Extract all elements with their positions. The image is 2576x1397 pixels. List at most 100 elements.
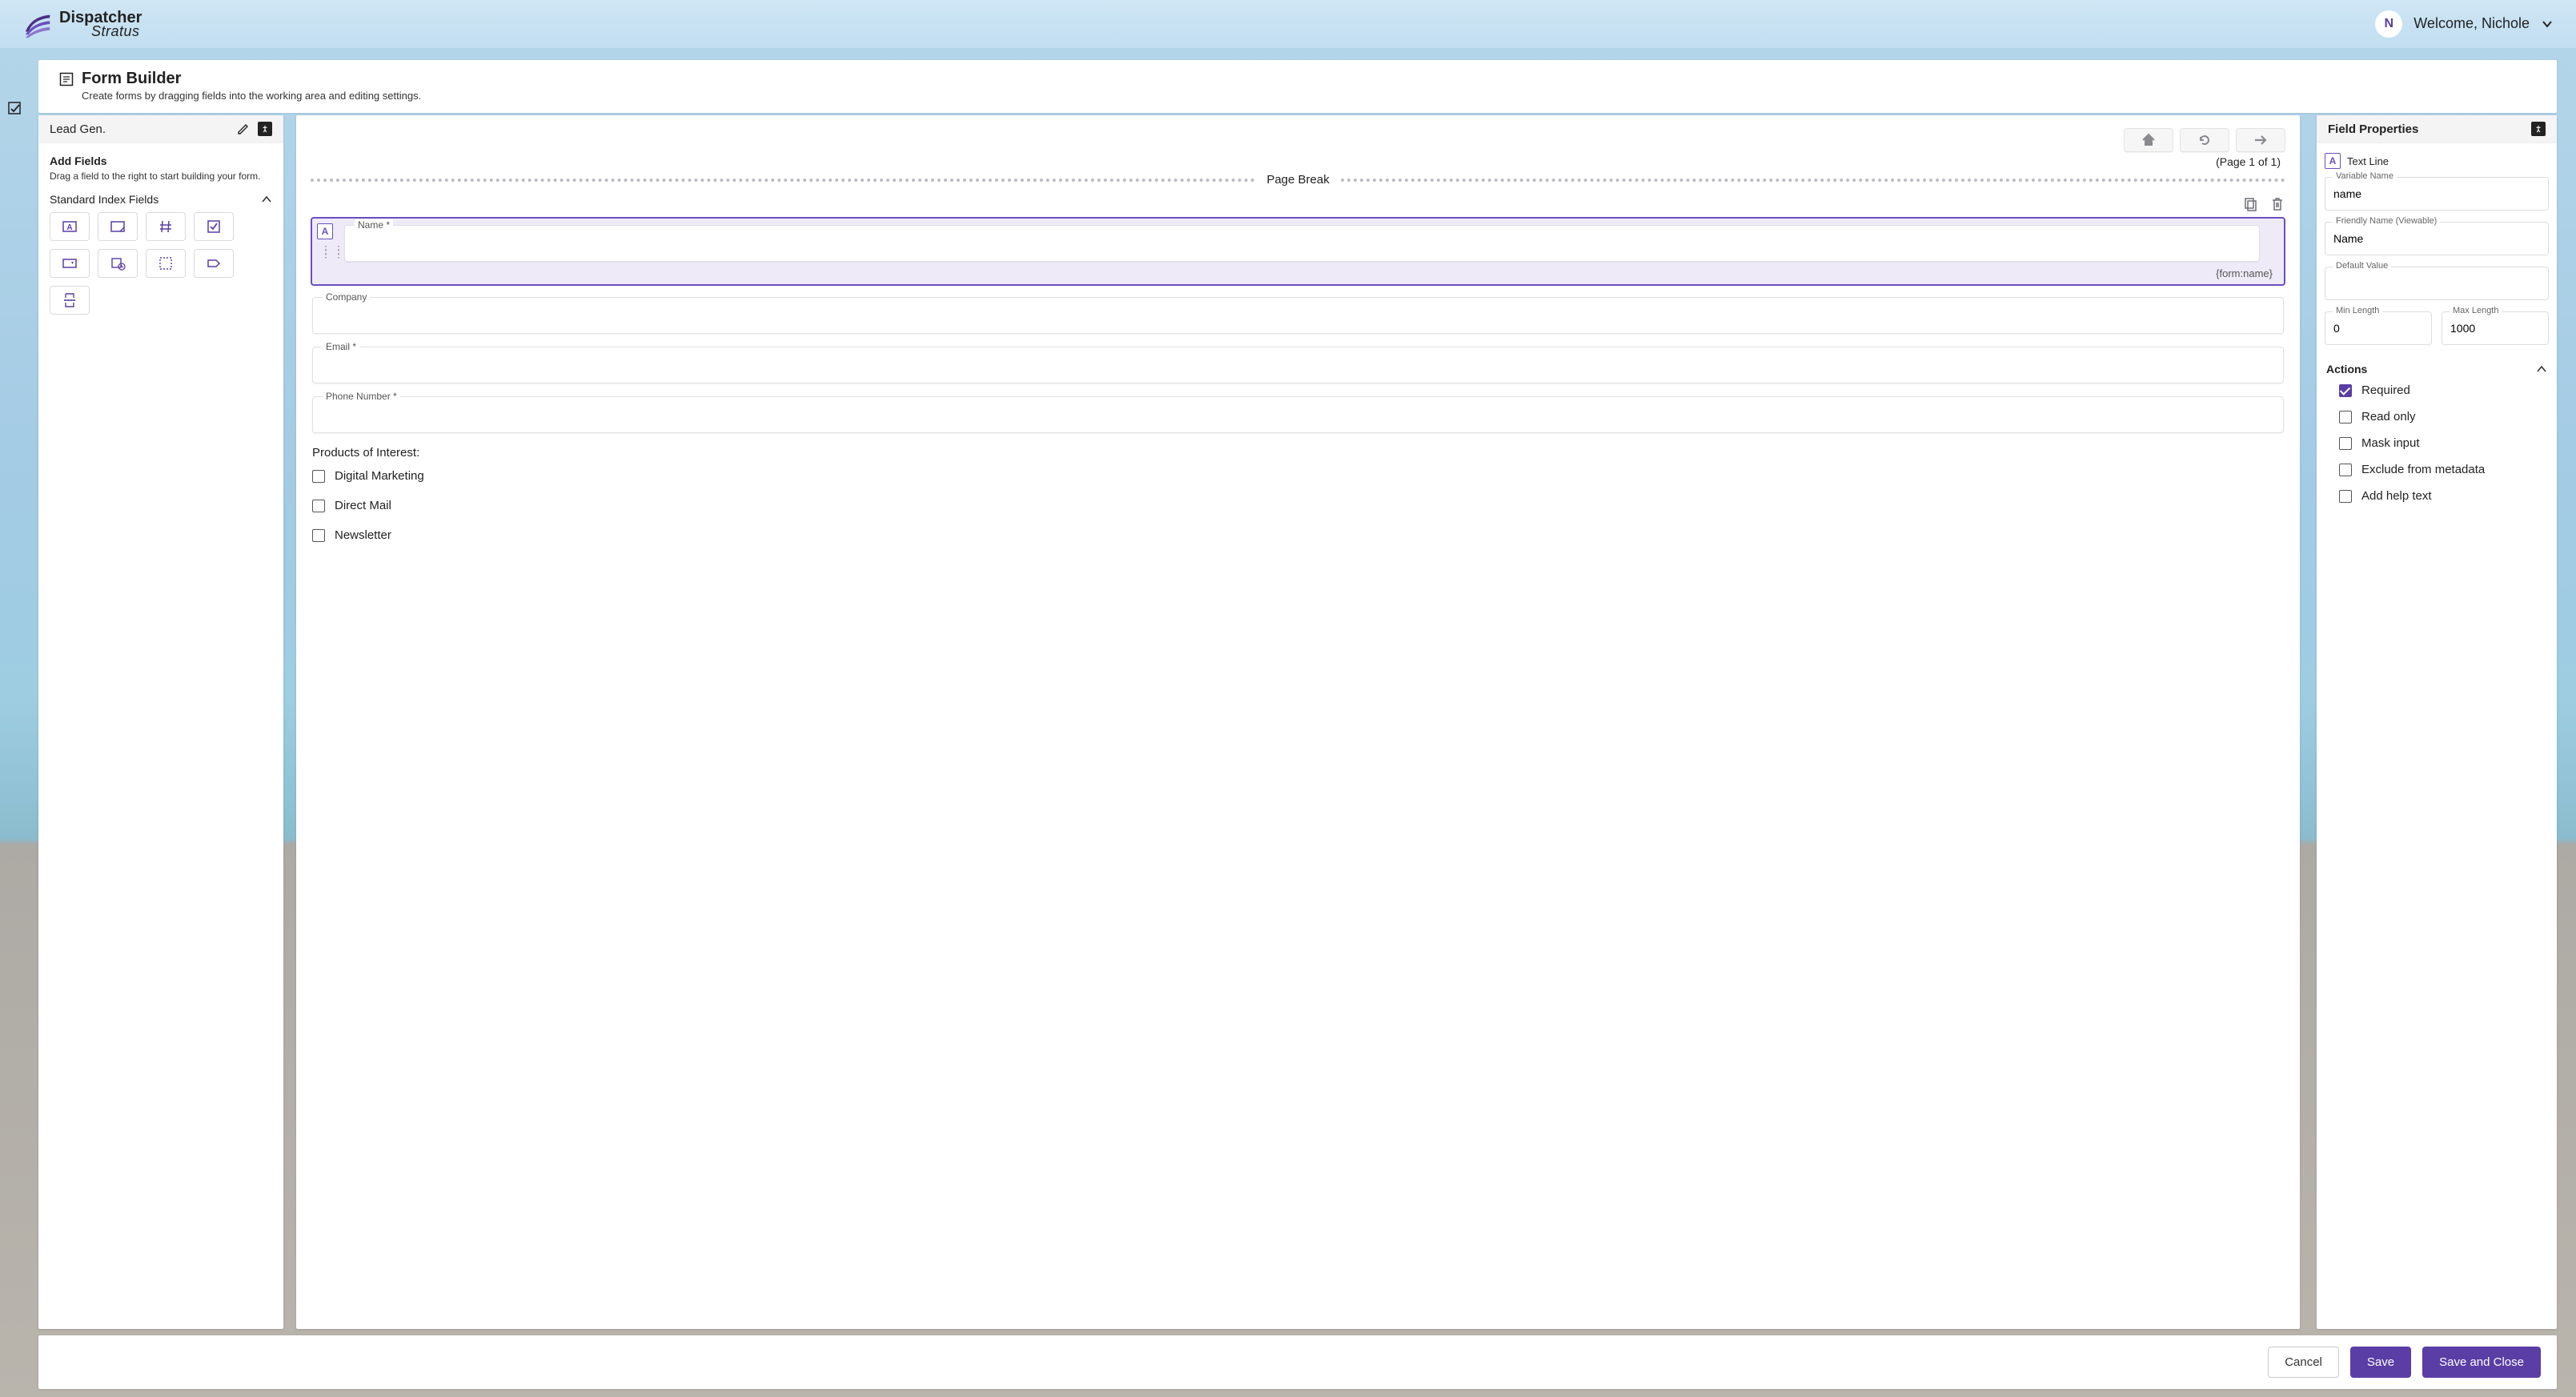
min-length-input[interactable] bbox=[2325, 311, 2432, 345]
rail-toggle-icon[interactable] bbox=[6, 100, 24, 118]
text-line-tile[interactable]: A bbox=[50, 212, 90, 241]
help-text-option[interactable]: Add help text bbox=[2339, 489, 2547, 503]
canvas-toolbar bbox=[311, 128, 2285, 152]
variable-name-label: Variable Name bbox=[2333, 171, 2397, 181]
readonly-option[interactable]: Read only bbox=[2339, 410, 2547, 424]
right-panel-title: Field Properties bbox=[2328, 122, 2418, 136]
home-button[interactable] bbox=[2124, 128, 2173, 152]
text-line-icon: A bbox=[62, 219, 78, 235]
home-icon bbox=[2141, 133, 2156, 147]
cancel-button[interactable]: Cancel bbox=[2268, 1347, 2339, 1378]
field-type-row: A Text Line bbox=[2325, 153, 2549, 169]
checkbox-icon[interactable] bbox=[2339, 464, 2352, 476]
add-fields-hint: Drag a field to the right to start build… bbox=[50, 171, 272, 182]
group-tile[interactable] bbox=[146, 249, 186, 278]
text-area-tile[interactable] bbox=[98, 212, 138, 241]
checkbox-icon[interactable] bbox=[312, 529, 325, 542]
digital-marketing-label: Digital Marketing bbox=[335, 469, 424, 483]
refresh-button[interactable] bbox=[2180, 128, 2229, 152]
dropdown-tile[interactable] bbox=[50, 249, 90, 278]
drag-handle-icon[interactable]: ⋮⋮⋮⋮ bbox=[320, 248, 346, 255]
page-indicator: (Page 1 of 1) bbox=[311, 155, 2281, 168]
left-panel-header: Lead Gen. bbox=[38, 115, 283, 143]
chevron-down-icon[interactable] bbox=[2541, 18, 2554, 30]
max-length-input[interactable] bbox=[2442, 311, 2549, 345]
selected-field-block[interactable]: A ⋮⋮⋮⋮ Name * {form:name} bbox=[311, 217, 2285, 286]
svg-text:A: A bbox=[66, 223, 72, 232]
chevron-up-icon bbox=[261, 194, 272, 205]
user-menu[interactable]: N Welcome, Nichole bbox=[2375, 10, 2554, 38]
required-option[interactable]: Required bbox=[2339, 383, 2547, 397]
chevron-up-icon bbox=[2536, 363, 2547, 375]
app-header: Dispatcher Stratus N Welcome, Nichole bbox=[0, 0, 2576, 48]
max-length-label: Max Length bbox=[2450, 306, 2502, 315]
default-value-input[interactable] bbox=[2325, 267, 2549, 300]
right-panel: Field Properties A Text Line Variable Na… bbox=[2317, 115, 2557, 1329]
checkbox-icon[interactable] bbox=[312, 500, 325, 512]
exclude-option[interactable]: Exclude from metadata bbox=[2339, 463, 2547, 476]
checkbox-icon[interactable] bbox=[2339, 437, 2352, 450]
checkbox-checked-icon[interactable] bbox=[2339, 384, 2352, 397]
pin-icon[interactable] bbox=[258, 122, 272, 136]
company-input-label: Company bbox=[323, 291, 370, 303]
mask-option[interactable]: Mask input bbox=[2339, 436, 2547, 450]
name-input-label: Name * bbox=[355, 219, 393, 231]
email-field-block[interactable]: Email * bbox=[312, 347, 2284, 383]
mask-label: Mask input bbox=[2361, 436, 2420, 450]
exclude-label: Exclude from metadata bbox=[2361, 463, 2485, 476]
company-input[interactable] bbox=[323, 311, 2273, 323]
phone-input[interactable] bbox=[323, 410, 2273, 423]
save-and-close-button[interactable]: Save and Close bbox=[2422, 1347, 2541, 1378]
form-icon bbox=[59, 72, 74, 86]
help-text-label: Add help text bbox=[2361, 489, 2432, 503]
save-button[interactable]: Save bbox=[2350, 1347, 2411, 1378]
avatar: N bbox=[2375, 10, 2402, 38]
field-type-label: Text Line bbox=[2347, 155, 2389, 167]
center-panel: (Page 1 of 1) Page Break A ⋮⋮⋮⋮ Name * {… bbox=[296, 115, 2300, 1329]
brand-glyph-icon bbox=[22, 9, 53, 39]
left-panel-title: Lead Gen. bbox=[50, 122, 106, 136]
standard-index-fields-label: Standard Index Fields bbox=[50, 193, 158, 206]
direct-mail-row[interactable]: Direct Mail bbox=[312, 499, 2284, 512]
rename-icon[interactable] bbox=[237, 122, 250, 135]
field-binding-text: {form:name} bbox=[2216, 267, 2273, 279]
newsletter-row[interactable]: Newsletter bbox=[312, 528, 2284, 542]
name-input-wrap: Name * bbox=[344, 225, 2260, 262]
variable-name-input[interactable] bbox=[2325, 177, 2549, 211]
page-header: Form Builder Create forms by dragging fi… bbox=[38, 60, 2557, 113]
pin-icon[interactable] bbox=[2531, 122, 2546, 136]
date-tile[interactable] bbox=[98, 249, 138, 278]
name-input[interactable] bbox=[355, 239, 2249, 251]
footer-bar: Cancel Save Save and Close bbox=[38, 1335, 2557, 1389]
number-tile[interactable] bbox=[146, 212, 186, 241]
number-icon bbox=[158, 219, 174, 235]
standard-index-fields-toggle[interactable]: Standard Index Fields bbox=[50, 193, 272, 206]
page-subtitle: Create forms by dragging fields into the… bbox=[82, 90, 2536, 102]
direct-mail-label: Direct Mail bbox=[335, 499, 391, 512]
label-icon bbox=[206, 255, 222, 271]
duplicate-field-icon[interactable] bbox=[2242, 196, 2258, 212]
checkbox-tile[interactable] bbox=[194, 212, 234, 241]
email-input[interactable] bbox=[323, 360, 2273, 373]
digital-marketing-row[interactable]: Digital Marketing bbox=[312, 469, 2284, 483]
brand-name-2: Stratus bbox=[91, 24, 142, 38]
add-fields-heading: Add Fields bbox=[50, 155, 272, 167]
refresh-icon bbox=[2197, 133, 2212, 147]
delete-field-icon[interactable] bbox=[2269, 196, 2285, 212]
checkbox-icon[interactable] bbox=[2339, 490, 2352, 503]
email-input-label: Email * bbox=[323, 341, 359, 352]
friendly-name-input[interactable] bbox=[2325, 222, 2549, 255]
min-length-label: Min Length bbox=[2333, 306, 2382, 315]
actions-toggle[interactable]: Actions bbox=[2326, 363, 2547, 375]
page-break-tile[interactable] bbox=[50, 286, 90, 315]
company-field-block[interactable]: Company bbox=[312, 297, 2284, 334]
welcome-text: Welcome, Nichole bbox=[2413, 15, 2530, 32]
checkbox-icon[interactable] bbox=[2339, 411, 2352, 424]
label-tile[interactable] bbox=[194, 249, 234, 278]
phone-field-block[interactable]: Phone Number * bbox=[312, 396, 2284, 433]
text-line-badge-icon: A bbox=[2325, 153, 2341, 169]
next-button[interactable] bbox=[2236, 128, 2285, 152]
text-area-icon bbox=[110, 219, 126, 235]
date-icon bbox=[110, 255, 126, 271]
checkbox-icon[interactable] bbox=[312, 470, 325, 483]
